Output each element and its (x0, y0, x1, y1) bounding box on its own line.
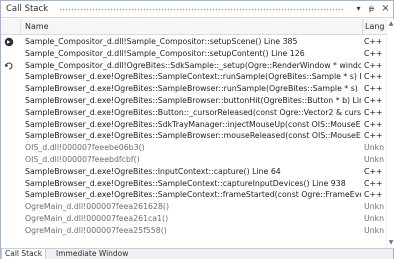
frame-name: SampleBrowser_d.exe!OgreBites::SampleCon… (25, 72, 361, 82)
row-marker-empty (4, 84, 14, 94)
row-marker-empty (4, 108, 14, 118)
frame-language: C++ (364, 84, 383, 94)
call-stack-row[interactable]: OgreMain_d.dll!000007feea261628() Unkn (1, 201, 386, 213)
scroll-down-arrow-icon[interactable]: ▼ (387, 239, 394, 247)
row-marker-empty (4, 179, 14, 189)
tab-call-stack[interactable]: Call Stack (1, 249, 47, 259)
frame-language: C++ (364, 119, 383, 129)
frame-language: C++ (364, 60, 383, 70)
call-stack-row[interactable]: OgreMain_d.dll!000007feea261ca1() Unkn (1, 213, 386, 225)
row-marker-empty (4, 96, 14, 106)
frame-name: OgreMain_d.dll!000007feea25f558() (25, 225, 167, 235)
call-stack-row[interactable]: SampleBrowser_d.exe!OgreBites::SdkTrayMa… (1, 119, 386, 131)
call-stack-list: Sample_Compositor_d.dll!Sample_Composito… (1, 36, 386, 248)
frame-language: C++ (364, 166, 383, 176)
column-header-name[interactable]: Name (25, 22, 49, 31)
frame-language: Unkn (364, 213, 385, 223)
call-stack-row[interactable]: SampleBrowser_d.exe!OgreBites::SampleBro… (1, 130, 386, 142)
tab-immediate-window[interactable]: Immediate Window (53, 249, 131, 259)
drag-grip[interactable] (59, 8, 345, 12)
call-stack-row[interactable]: Sample_Compositor_d.dll!Sample_Composito… (1, 36, 386, 48)
frame-name: SampleBrowser_d.exe!OgreBites::SampleBro… (25, 84, 361, 94)
call-stack-row[interactable]: Sample_Compositor_d.dll!Sample_Composito… (1, 48, 386, 60)
frame-name: SampleBrowser_d.exe!OgreBites::SampleCon… (25, 178, 346, 188)
call-stack-row[interactable]: OIS_d.dll!000007feeebe06b3() Unkn (1, 142, 386, 154)
call-stack-row[interactable]: SampleBrowser_d.exe!OgreBites::SampleCon… (1, 71, 386, 83)
row-marker-empty (4, 155, 14, 165)
column-header-language[interactable]: Lang (365, 22, 386, 31)
row-marker-empty (4, 202, 14, 212)
frame-name: SampleBrowser_d.exe!OgreBites::InputCont… (25, 166, 281, 176)
call-stack-panel: Call Stack ▾ ᵽ × Name Lang Sample_Compos… (0, 0, 394, 259)
frame-language: Unkn (364, 225, 385, 235)
call-stack-row[interactable]: SampleBrowser_d.exe!OgreBites::SampleCon… (1, 178, 386, 190)
frame-language: C++ (364, 131, 383, 141)
column-resize-handle[interactable] (362, 19, 363, 34)
frame-language: Unkn (364, 154, 385, 164)
frame-language: Unkn (364, 143, 385, 153)
call-stack-row[interactable]: SampleBrowser_d.exe!OgreBites::InputCont… (1, 166, 386, 178)
auto-hide-pin-button[interactable]: ᵽ (366, 3, 377, 15)
row-marker-empty (4, 214, 14, 224)
frame-name: OIS_d.dll!000007feeebe06b3() (25, 143, 145, 153)
row-marker-empty (4, 190, 14, 200)
window-position-dropdown-button[interactable]: ▾ (353, 3, 364, 15)
marker-column-header (1, 19, 21, 34)
frame-name: OIS_d.dll!000007feeebdfcbf() (25, 154, 140, 164)
call-stack-row[interactable]: SampleBrowser_d.exe!OgreBites::SampleBro… (1, 83, 386, 95)
row-marker-empty (4, 167, 14, 177)
frame-language: C++ (364, 72, 383, 82)
vertical-scrollbar[interactable]: ▲ ▼ (386, 19, 394, 248)
frame-language: C++ (364, 37, 383, 46)
frame-name: Sample_Compositor_d.dll!Sample_Composito… (25, 37, 298, 46)
frame-name: SampleBrowser_d.exe!OgreBites::SampleBro… (25, 95, 361, 105)
bottom-tab-strip: Call Stack Immediate Window (1, 248, 393, 259)
frame-name: SampleBrowser_d.exe!OgreBites::Button::_… (25, 107, 361, 117)
close-button[interactable]: × (380, 3, 391, 15)
window-title: Call Stack (6, 4, 49, 14)
call-stack-row[interactable]: SampleBrowser_d.exe!OgreBites::Button::_… (1, 107, 386, 119)
frame-language: Unkn (364, 202, 385, 212)
return-point-arrow-icon (4, 61, 14, 71)
frame-name: SampleBrowser_d.exe!OgreBites::SdkTrayMa… (25, 119, 361, 129)
row-marker-empty (4, 226, 14, 236)
call-stack-row[interactable]: SampleBrowser_d.exe!OgreBites::SampleBro… (1, 95, 386, 107)
frame-name: OgreMain_d.dll!000007feea261628() (25, 202, 169, 212)
row-marker-empty (4, 72, 14, 82)
row-marker-empty (4, 143, 14, 153)
frame-name: OgreMain_d.dll!000007feea261ca1() (25, 213, 169, 223)
row-marker-empty (4, 49, 14, 59)
title-bar: Call Stack ▾ ᵽ × (1, 1, 393, 18)
frame-language: C++ (364, 190, 383, 200)
frame-name: SampleBrowser_d.exe!OgreBites::SampleBro… (25, 131, 361, 141)
row-marker-empty (4, 120, 14, 130)
call-stack-row[interactable]: OgreMain_d.dll!000007feea25f558() Unkn (1, 225, 386, 237)
frame-name: Sample_Compositor_d.dll!OgreBites::SdkSa… (25, 60, 361, 70)
scroll-up-arrow-icon[interactable]: ▲ (387, 20, 394, 28)
frame-language: C++ (364, 48, 383, 58)
call-stack-row[interactable]: Sample_Compositor_d.dll!OgreBites::SdkSa… (1, 60, 386, 72)
frame-language: C++ (364, 107, 383, 117)
row-marker-empty (4, 131, 14, 141)
frame-name: SampleBrowser_d.exe!OgreBites::SampleCon… (25, 190, 361, 200)
call-stack-row[interactable]: SampleBrowser_d.exe!OgreBites::SampleCon… (1, 189, 386, 201)
frame-language: C++ (364, 95, 383, 105)
column-header: Name Lang (1, 19, 386, 35)
call-stack-row[interactable]: OIS_d.dll!000007feeebdfcbf() Unkn (1, 154, 386, 166)
frame-name: Sample_Compositor_d.dll!Sample_Composito… (25, 48, 305, 58)
frame-language: C++ (364, 178, 383, 188)
current-frame-arrow-icon (4, 37, 14, 47)
